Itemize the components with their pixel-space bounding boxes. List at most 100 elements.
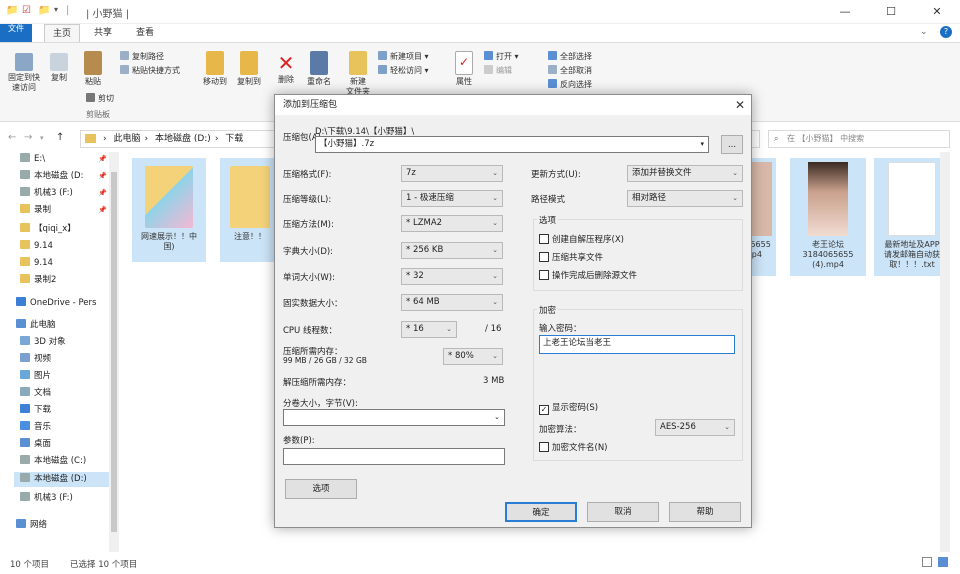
archive-name-field[interactable]: 【小野猫】.7z ▾ <box>315 136 709 153</box>
sidebar-item-recordings[interactable]: 录制 <box>20 203 51 218</box>
solid-select[interactable]: * 64 MB ⌄ <box>401 294 503 311</box>
ok-button[interactable]: 确定 <box>505 502 577 522</box>
pin-icon[interactable]: 📌 <box>98 189 107 197</box>
delete-button[interactable]: ✕ 删除 <box>272 51 300 85</box>
copy-button[interactable]: 复制 <box>46 53 72 83</box>
split-input[interactable]: ⌄ <box>283 409 505 426</box>
update-select[interactable]: 添加并替换文件 ⌄ <box>627 165 743 182</box>
shared-checkbox[interactable]: 压缩共享文件 <box>539 251 603 263</box>
sidebar-item-drive-d[interactable]: 本地磁盘 (D:) <box>14 472 114 487</box>
sidebar-item-drive-f[interactable]: 机械3 (F:) <box>20 491 73 506</box>
encrypt-names-checkbox[interactable]: 加密文件名(N) <box>539 441 608 453</box>
password-input[interactable]: 上老王论坛当老王 <box>539 335 735 354</box>
tab-file[interactable]: 文件 <box>0 24 32 42</box>
nav-scrollbar[interactable] <box>109 152 119 552</box>
sidebar-item-desktop[interactable]: 桌面 <box>20 437 51 452</box>
details-view-icon[interactable] <box>922 557 932 567</box>
help-icon[interactable]: ? <box>940 26 952 38</box>
sidebar-item-recordings-2[interactable]: 录制2 <box>20 273 56 288</box>
new-folder-quick-icon[interactable]: 📁 <box>38 5 50 16</box>
format-select[interactable]: 7z ⌄ <box>401 165 503 182</box>
copy-to-button[interactable]: 复制到 <box>234 51 264 87</box>
help-button[interactable]: 帮助 <box>669 502 741 522</box>
up-icon[interactable]: ↑ <box>56 132 64 143</box>
sidebar-item-music[interactable]: 音乐 <box>20 420 51 435</box>
properties-button[interactable]: ✓ 属性 <box>452 51 476 87</box>
easy-access-button[interactable]: 轻松访问 ▾ <box>378 65 429 76</box>
large-icons-view-icon[interactable] <box>938 557 948 567</box>
dict-select[interactable]: * 256 KB ⌄ <box>401 242 503 259</box>
browse-button[interactable]: ... <box>721 135 743 154</box>
forward-icon[interactable]: → <box>24 132 32 143</box>
new-folder-button[interactable]: 新建 文件夹 <box>342 51 374 97</box>
sidebar-item-folder-914-b[interactable]: 9.14 <box>20 256 53 271</box>
mem-select[interactable]: * 80% ⌄ <box>443 348 503 365</box>
recent-dropdown-icon[interactable]: ▾ <box>40 134 44 142</box>
archive-name-dropdown-icon[interactable]: ▾ <box>700 137 704 152</box>
sidebar-item-drive-c[interactable]: 本地磁盘 (C:) <box>20 454 86 469</box>
rename-button[interactable]: 重命名 <box>304 51 334 87</box>
pin-quick-access-button[interactable]: 固定到快 速访问 <box>6 53 42 93</box>
close-button[interactable]: ✕ <box>914 0 960 24</box>
file-item[interactable]: 网速展示！！中 国) <box>132 158 206 262</box>
pin-icon[interactable]: 📌 <box>98 172 107 180</box>
sidebar-item-this-pc[interactable]: 此电脑 <box>16 318 56 333</box>
new-item-button[interactable]: 新建项目 ▾ <box>378 51 429 62</box>
delete-source-checkbox[interactable]: 操作完成后删除源文件 <box>539 269 637 281</box>
sidebar-item-drive-d-quick[interactable]: 本地磁盘 (D: <box>20 169 83 184</box>
sidebar-item-drive-e[interactable]: E:\ <box>20 152 45 167</box>
maximize-button[interactable]: ☐ <box>868 0 914 24</box>
tab-view[interactable]: 查看 <box>128 24 162 42</box>
cut-button[interactable]: 剪切 <box>86 93 114 104</box>
open-button[interactable]: 打开 ▾ <box>484 51 519 62</box>
sidebar-item-videos[interactable]: 视频 <box>20 352 51 367</box>
level-select[interactable]: 1 - 极速压缩 ⌄ <box>401 190 503 207</box>
paste-shortcut-button[interactable]: 粘贴快捷方式 <box>120 65 180 76</box>
breadcrumb-drive-d[interactable]: 本地磁盘 (D:) <box>155 134 211 144</box>
sidebar-item-onedrive[interactable]: OneDrive - Pers <box>16 296 96 311</box>
quick-access-dropdown-icon[interactable]: ▾ <box>54 5 58 14</box>
dialog-close-button[interactable]: ✕ <box>735 95 745 115</box>
select-all-button[interactable]: 全部选择 <box>548 51 592 62</box>
search-input[interactable]: ⌕ 在 【小野猫】 中搜索 <box>768 130 950 148</box>
word-select[interactable]: * 32 ⌄ <box>401 268 503 285</box>
show-password-checkbox[interactable]: ✓ 显示密码(S) <box>539 401 598 415</box>
enc-method-select[interactable]: AES-256 ⌄ <box>655 419 735 436</box>
path-select[interactable]: 相对路径 ⌄ <box>627 190 743 207</box>
select-none-button[interactable]: 全部取消 <box>548 65 592 76</box>
sidebar-item-downloads[interactable]: 下载 <box>20 403 51 418</box>
sidebar-item-folder-qiqi[interactable]: 【qiqi_x】 <box>20 222 76 237</box>
path-label: 路径模式 <box>531 195 566 205</box>
file-scrollbar[interactable] <box>940 152 950 552</box>
properties-quick-icon[interactable]: ☑ <box>22 5 31 16</box>
ribbon-collapse-icon[interactable]: ⌄ <box>920 27 928 37</box>
pin-icon[interactable]: 📌 <box>98 155 107 163</box>
copy-path-button[interactable]: 复制路径 <box>120 51 164 62</box>
options-button[interactable]: 选项 <box>285 479 357 499</box>
file-item[interactable]: 注意！！ <box>220 158 280 262</box>
breadcrumb-downloads[interactable]: 下载 <box>225 134 243 144</box>
sfx-checkbox[interactable]: 创建自解压程序(X) <box>539 233 624 245</box>
sidebar-item-3d-objects[interactable]: 3D 对象 <box>20 335 66 350</box>
move-to-button[interactable]: 移动到 <box>200 51 230 87</box>
paste-button[interactable]: 粘贴 <box>80 51 106 87</box>
sidebar-item-network[interactable]: 网络 <box>16 518 47 533</box>
method-select[interactable]: * LZMA2 ⌄ <box>401 215 503 232</box>
pin-icon[interactable]: 📌 <box>98 206 107 214</box>
edit-button[interactable]: 编辑 <box>484 65 512 76</box>
back-icon[interactable]: ← <box>8 132 16 143</box>
breadcrumb-this-pc[interactable]: 此电脑 <box>113 134 140 144</box>
file-item[interactable]: 老王论坛 3184065655 (4).mp4 <box>790 158 866 276</box>
tab-home[interactable]: 主页 <box>44 24 81 42</box>
cancel-button[interactable]: 取消 <box>587 502 659 522</box>
sidebar-item-drive-f-quick[interactable]: 机械3 (F:) <box>20 186 73 201</box>
invert-selection-button[interactable]: 反向选择 <box>548 79 592 90</box>
sidebar-item-pictures[interactable]: 图片 <box>20 369 51 384</box>
minimize-button[interactable]: — <box>822 0 868 24</box>
file-item[interactable]: 最新地址及APP 请发邮箱自动获 取！！！.txt <box>874 158 950 276</box>
sidebar-item-folder-914[interactable]: 9.14 <box>20 239 53 254</box>
sidebar-item-documents[interactable]: 文档 <box>20 386 51 401</box>
tab-share[interactable]: 共享 <box>86 24 120 42</box>
params-input[interactable] <box>283 448 505 465</box>
cpu-select[interactable]: * 16 ⌄ <box>401 321 457 338</box>
